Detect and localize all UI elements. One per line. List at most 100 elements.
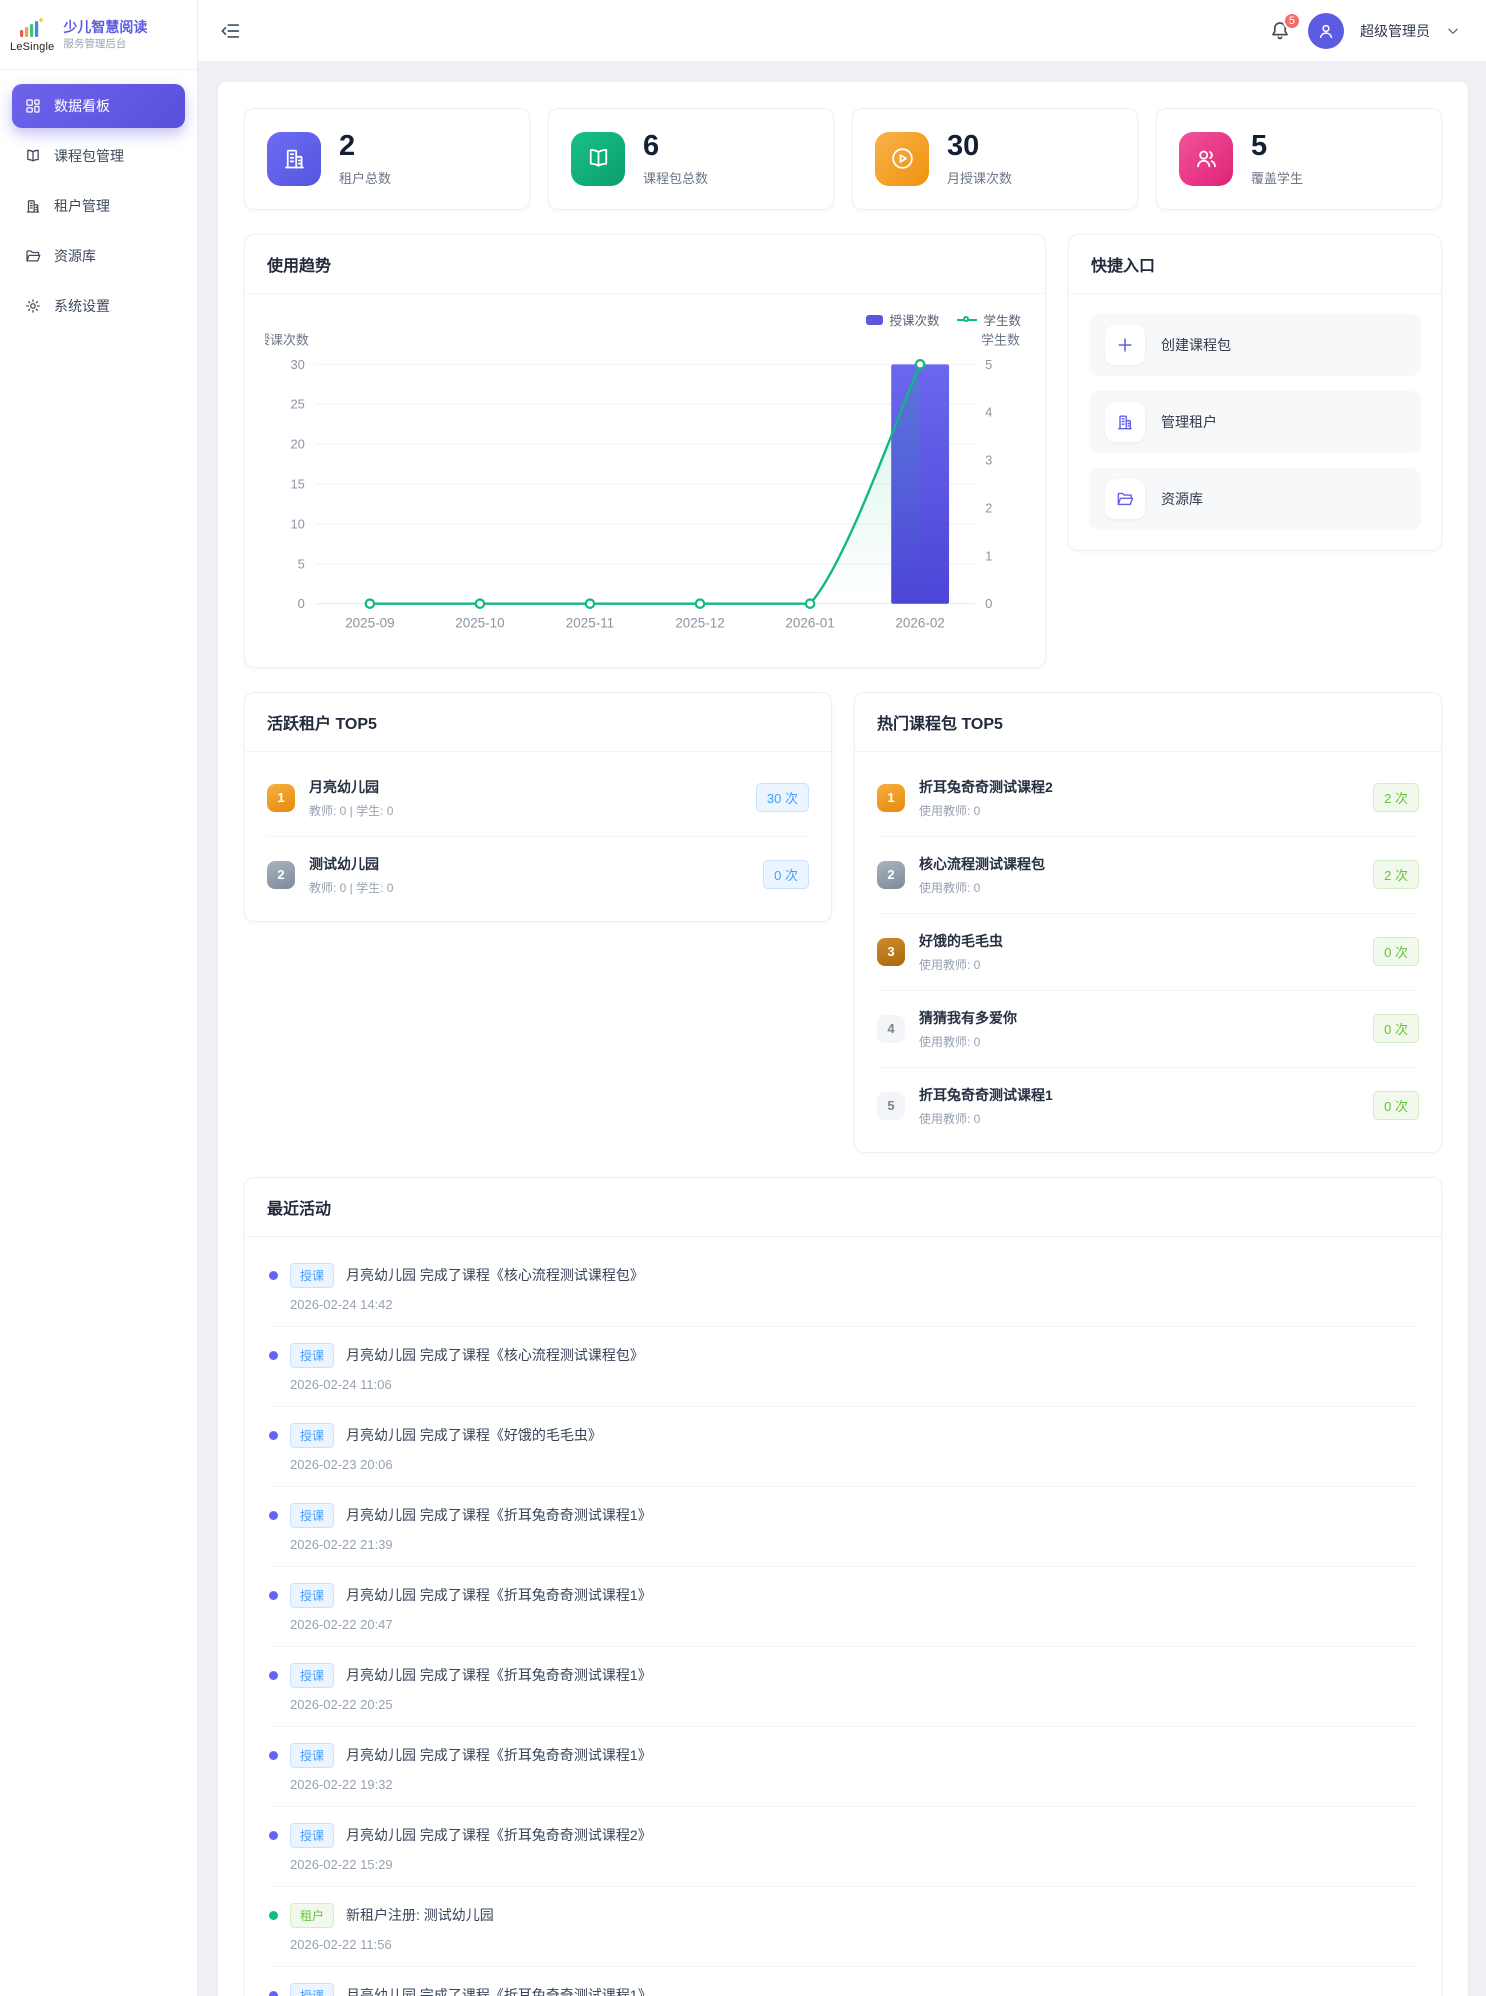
activity-time: 2026-02-24 14:42: [290, 1297, 1417, 1312]
sidebar-item-resources[interactable]: 资源库: [12, 234, 185, 278]
activity-tag: 授课: [290, 1503, 334, 1528]
tenant-name: 测试幼儿园: [309, 854, 749, 874]
activity-row: 授课 月亮幼儿园 完成了课程《折耳兔奇奇测试课程1》 2026-02-22 20…: [269, 1567, 1417, 1647]
svg-text:25: 25: [290, 397, 304, 412]
activity-tag: 授课: [290, 1343, 334, 1368]
package-row: 2 核心流程测试课程包 使用教师: 0 2 次: [877, 837, 1419, 914]
folder-icon: [24, 247, 42, 265]
activity-tag: 授课: [290, 1983, 334, 1996]
activity-tag: 授课: [290, 1263, 334, 1288]
activity-text: 月亮幼儿园 完成了课程《折耳兔奇奇测试课程1》: [346, 1985, 652, 1996]
svg-text:2: 2: [985, 500, 992, 515]
recent-activities-card: 最近活动 授课 月亮幼儿园 完成了课程《核心流程测试课程包》 2026-02-2…: [244, 1177, 1442, 1996]
activity-tag: 授课: [290, 1823, 334, 1848]
user-avatar[interactable]: [1308, 13, 1344, 49]
activity-text: 月亮幼儿园 完成了课程《折耳兔奇奇测试课程1》: [346, 1665, 652, 1685]
activity-tag: 授课: [290, 1583, 334, 1608]
activity-text: 月亮幼儿园 完成了课程《折耳兔奇奇测试课程1》: [346, 1585, 652, 1605]
package-meta: 使用教师: 0: [919, 956, 1359, 973]
svg-text:2025-11: 2025-11: [566, 616, 614, 631]
stat-label: 覆盖学生: [1251, 168, 1303, 187]
stat-value: 5: [1251, 131, 1303, 163]
svg-text:0: 0: [298, 596, 305, 611]
quick-entry-label: 资源库: [1161, 489, 1203, 509]
person-icon: [1316, 21, 1336, 41]
package-meta: 使用教师: 0: [919, 802, 1359, 819]
quick-entry-create-package[interactable]: 创建课程包: [1089, 314, 1421, 376]
sidebar-item-dashboard[interactable]: 数据看板: [12, 84, 185, 128]
stat-label: 月授课次数: [947, 168, 1012, 187]
brand-bars-icon: [17, 16, 47, 40]
activity-text: 月亮幼儿园 完成了课程《核心流程测试课程包》: [346, 1265, 644, 1285]
notifications-button[interactable]: 5: [1268, 19, 1292, 43]
activity-time: 2026-02-22 21:39: [290, 1537, 1417, 1552]
book-icon: [24, 147, 42, 165]
sidebar-item-settings[interactable]: 系统设置: [12, 284, 185, 328]
user-name[interactable]: 超级管理员: [1360, 21, 1430, 41]
quick-entry-resources[interactable]: 资源库: [1089, 468, 1421, 530]
usage-trend-title: 使用趋势: [245, 235, 1045, 294]
activity-row: 授课 月亮幼儿园 完成了课程《折耳兔奇奇测试课程1》 2026-02-21 20…: [269, 1967, 1417, 1996]
usage-count-badge: 2 次: [1373, 783, 1419, 812]
stat-value: 6: [643, 131, 708, 163]
book-icon: [571, 132, 625, 186]
hot-packages-card: 热门课程包 TOP5 1 折耳兔奇奇测试课程2 使用教师: 0 2 次 2 核心…: [854, 692, 1442, 1153]
activity-dot: [269, 1511, 278, 1520]
recent-activities-title: 最近活动: [245, 1178, 1441, 1237]
svg-text:2026-01: 2026-01: [785, 616, 834, 631]
dashboard-icon: [24, 97, 42, 115]
package-name: 折耳兔奇奇测试课程2: [919, 777, 1359, 797]
usage-trend-body: 授课次数 学生数: [245, 294, 1045, 667]
legend-line-swatch: [957, 319, 977, 321]
legend-label: 学生数: [983, 310, 1021, 329]
app-subtitle: 服务管理后台: [63, 36, 147, 51]
sidebar-item-course-packages[interactable]: 课程包管理: [12, 134, 185, 178]
activity-time: 2026-02-23 20:06: [290, 1457, 1417, 1472]
active-tenants-card: 活跃租户 TOP5 1 月亮幼儿园 教师: 0 | 学生: 0 30 次 2 测…: [244, 692, 832, 922]
package-name: 折耳兔奇奇测试课程1: [919, 1085, 1359, 1105]
recent-activities-list: 授课 月亮幼儿园 完成了课程《核心流程测试课程包》 2026-02-24 14:…: [245, 1237, 1441, 1996]
svg-text:15: 15: [290, 476, 304, 491]
svg-text:3: 3: [985, 452, 992, 467]
svg-text:授课次数: 授课次数: [265, 332, 309, 347]
notification-count-badge: 5: [1283, 12, 1301, 30]
usage-count-badge: 0 次: [1373, 1091, 1419, 1120]
activity-text: 月亮幼儿园 完成了课程《折耳兔奇奇测试课程1》: [346, 1505, 652, 1525]
activity-dot: [269, 1991, 278, 1996]
sidebar-item-tenants[interactable]: 租户管理: [12, 184, 185, 228]
legend-students[interactable]: 学生数: [957, 310, 1021, 329]
legend-lessons[interactable]: 授课次数: [866, 310, 939, 329]
building-icon: [267, 132, 321, 186]
tenant-name: 月亮幼儿园: [309, 777, 742, 797]
folder-icon: [1105, 479, 1145, 519]
activity-text: 月亮幼儿园 完成了课程《核心流程测试课程包》: [346, 1345, 644, 1365]
package-name: 猜猜我有多爱你: [919, 1008, 1359, 1028]
rank-badge: 1: [877, 784, 905, 812]
activity-dot: [269, 1351, 278, 1360]
quick-entry-title: 快捷入口: [1069, 235, 1441, 294]
sidebar-item-label: 数据看板: [54, 96, 110, 116]
hot-packages-title: 热门课程包 TOP5: [855, 693, 1441, 752]
svg-text:20: 20: [290, 436, 304, 451]
chevron-down-icon[interactable]: [1446, 24, 1460, 38]
activity-dot: [269, 1671, 278, 1680]
usage-trend-card: 使用趋势 授课次数 学生数: [244, 234, 1046, 668]
activity-text: 新租户注册: 测试幼儿园: [346, 1905, 494, 1925]
activity-time: 2026-02-22 20:25: [290, 1697, 1417, 1712]
svg-text:30: 30: [290, 357, 304, 372]
svg-text:1: 1: [985, 548, 992, 563]
stat-value: 30: [947, 131, 1012, 163]
activity-tag: 授课: [290, 1743, 334, 1768]
stat-card-monthly-lessons: 30 月授课次数: [852, 108, 1138, 210]
activity-dot: [269, 1831, 278, 1840]
top-header: 5 超级管理员: [198, 0, 1486, 62]
collapse-sidebar-icon[interactable]: [220, 20, 242, 42]
quick-entry-manage-tenants[interactable]: 管理租户: [1089, 391, 1421, 453]
stat-value: 2: [339, 131, 391, 163]
rank-badge: 5: [877, 1092, 905, 1120]
package-meta: 使用教师: 0: [919, 879, 1359, 896]
dashboard-container: 2 租户总数 6 课程包总数: [218, 82, 1468, 1996]
package-row: 5 折耳兔奇奇测试课程1 使用教师: 0 0 次: [877, 1068, 1419, 1144]
svg-text:5: 5: [298, 556, 305, 571]
users-icon: [1179, 132, 1233, 186]
